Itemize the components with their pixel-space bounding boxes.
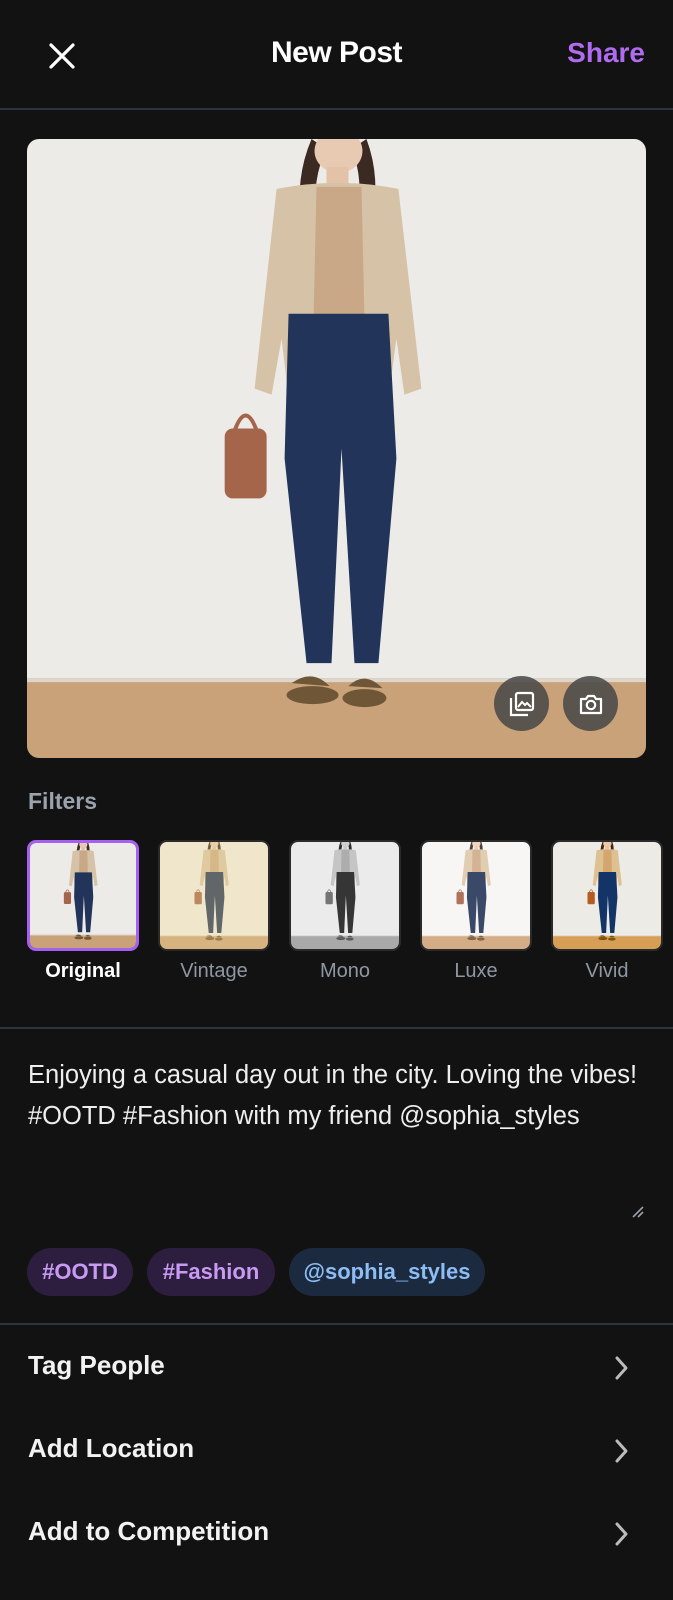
filters-strip[interactable]: Original Vintage Mono Luxe Vivid	[27, 840, 673, 990]
filter-original[interactable]: Original	[27, 840, 139, 983]
gallery-icon	[509, 691, 534, 716]
camera-button[interactable]	[563, 676, 618, 731]
add-location-row[interactable]: Add Location	[0, 1409, 673, 1491]
top-bar: New Post Share	[0, 0, 673, 110]
filter-label: Original	[45, 960, 121, 982]
divider	[0, 1027, 673, 1029]
hashtag-chip[interactable]: #OOTD	[27, 1248, 133, 1296]
chevron-right-icon	[615, 1522, 628, 1546]
filter-label: Luxe	[454, 960, 498, 982]
chevron-right-icon	[615, 1439, 628, 1463]
row-label: Add Location	[28, 1433, 195, 1463]
filter-mono[interactable]: Mono	[289, 840, 401, 983]
row-label: Tag People	[28, 1350, 165, 1380]
filter-vintage[interactable]: Vintage	[158, 840, 270, 983]
outfit-photo	[27, 139, 646, 758]
share-button[interactable]: Share	[567, 37, 645, 69]
filter-vivid[interactable]: Vivid	[551, 840, 663, 983]
filter-thumbnail[interactable]	[289, 840, 401, 951]
gallery-button[interactable]	[494, 676, 549, 731]
filter-thumbnail[interactable]	[551, 840, 663, 951]
divider	[0, 1323, 673, 1325]
filter-thumbnail[interactable]	[27, 840, 139, 951]
filter-label: Vintage	[180, 960, 248, 982]
caption-input[interactable]: Enjoying a casual day out in the city. L…	[28, 1055, 648, 1137]
filter-thumbnail[interactable]	[420, 840, 532, 951]
filter-luxe[interactable]: Luxe	[420, 840, 532, 983]
filter-label: Mono	[319, 960, 371, 982]
tag-people-row[interactable]: Tag People	[0, 1326, 673, 1408]
chevron-right-icon	[615, 1356, 628, 1380]
filter-thumbnail[interactable]	[158, 840, 270, 951]
camera-icon	[579, 694, 602, 714]
filters-heading: Filters	[28, 788, 98, 814]
row-label: Add to Competition	[28, 1516, 270, 1546]
mention-chip[interactable]: @sophia_styles	[289, 1248, 485, 1296]
hashtag-chip[interactable]: #Fashion	[147, 1248, 275, 1296]
filter-label: Vivid	[585, 960, 629, 982]
photo-preview	[27, 139, 646, 758]
resize-handle-icon[interactable]	[631, 1205, 645, 1224]
add-to-competition-row[interactable]: Add to Competition	[0, 1492, 673, 1574]
